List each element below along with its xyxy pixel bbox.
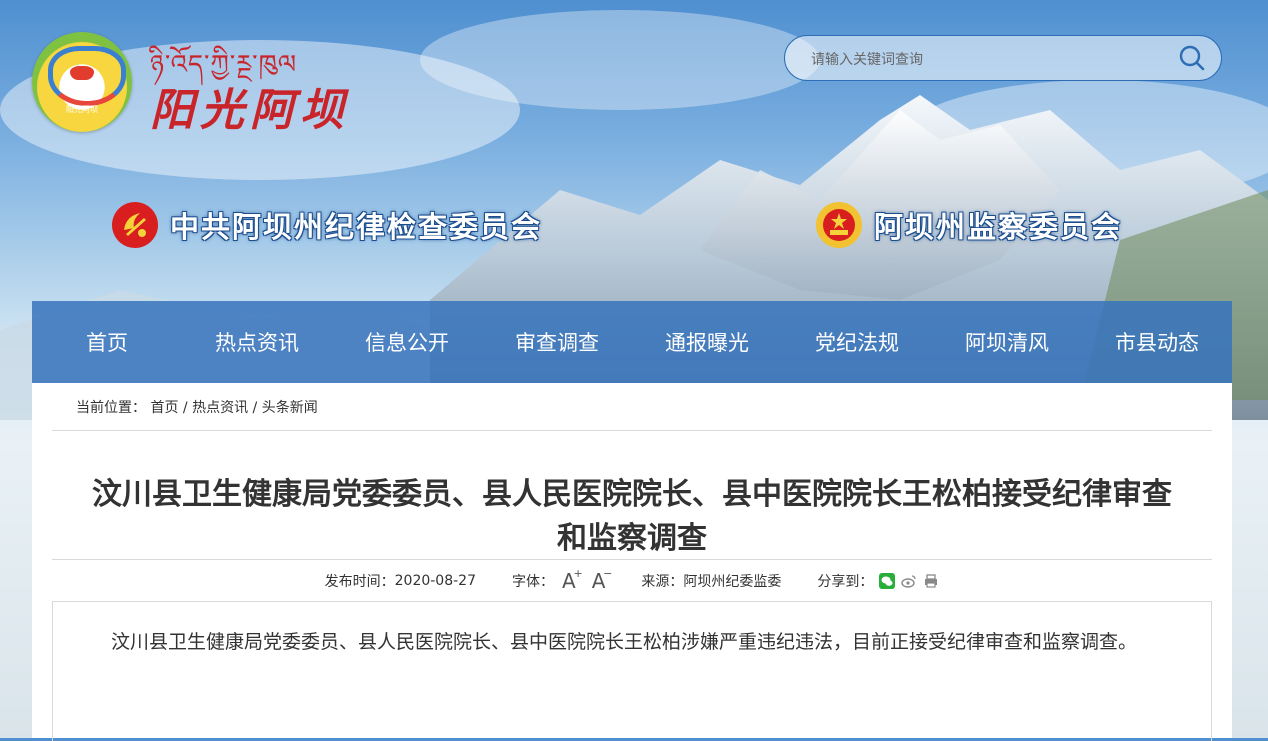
national-emblem-icon bbox=[816, 202, 862, 248]
weibo-share-icon[interactable] bbox=[901, 573, 917, 589]
share-label: 分享到： bbox=[817, 574, 874, 590]
breadcrumb-headlines[interactable]: 头条新闻 bbox=[262, 400, 318, 416]
nav-item-county-news[interactable]: 市县动态 bbox=[1082, 301, 1232, 383]
logo-caption: 阳光阿坝 bbox=[66, 105, 98, 114]
print-icon[interactable] bbox=[923, 573, 939, 589]
main-nav: 首页 热点资讯 信息公开 审查调查 通报曝光 党纪法规 阿坝清风 市县动态 bbox=[32, 301, 1232, 383]
breadcrumb-home[interactable]: 首页 bbox=[150, 400, 178, 416]
lotus-icon bbox=[70, 66, 94, 80]
breadcrumb: 当前位置： 首页 / 热点资讯 / 头条新闻 bbox=[76, 397, 318, 417]
brand-title: 阳光阿坝 bbox=[150, 85, 350, 136]
article-title: 汶川县卫生健康局党委委员、县人民医院院长、县中医院院长王松柏接受纪律审查和监察调… bbox=[92, 477, 1172, 557]
published-date: 2020-08-27 bbox=[394, 573, 476, 589]
breadcrumb-separator: / bbox=[182, 400, 188, 416]
content-panel: 当前位置： 首页 / 热点资讯 / 头条新闻 汶川县卫生健康局党委委员、县人民医… bbox=[32, 383, 1232, 741]
published-label: 发布时间： bbox=[324, 574, 395, 590]
org-supervision: 阿坝州监察委员会 bbox=[814, 200, 1122, 250]
org-name-supervision: 阿坝州监察委员会 bbox=[874, 210, 1123, 244]
font-decrease-button[interactable]: A − bbox=[592, 567, 613, 593]
nav-item-regulations[interactable]: 党纪法规 bbox=[782, 301, 932, 383]
org-cpc-discipline: 中共阿坝州纪律检查委员会 bbox=[110, 200, 542, 250]
font-size-label: 字体： bbox=[512, 574, 554, 590]
nav-item-home[interactable]: 首页 bbox=[32, 301, 182, 383]
divider bbox=[52, 559, 1212, 560]
nav-item-info-disclosure[interactable]: 信息公开 bbox=[332, 301, 482, 383]
party-emblem-icon bbox=[112, 202, 158, 248]
article-body: 汶川县卫生健康局党委委员、县人民医院院长、县中医院院长王松柏涉嫌严重违纪违法，目… bbox=[52, 601, 1212, 741]
nav-item-investigation[interactable]: 审查调查 bbox=[482, 301, 632, 383]
breadcrumb-prefix: 当前位置： bbox=[76, 400, 146, 416]
search-input[interactable] bbox=[809, 46, 1153, 72]
nav-item-exposure[interactable]: 通报曝光 bbox=[632, 301, 782, 383]
nav-item-hot-news[interactable]: 热点资讯 bbox=[182, 301, 332, 383]
source-label: 来源： bbox=[641, 574, 684, 590]
breadcrumb-hot-news[interactable]: 热点资讯 bbox=[192, 400, 248, 416]
site-logo[interactable]: 阳光阿坝 bbox=[32, 32, 132, 132]
source-value: 阿坝州纪委监委 bbox=[683, 574, 782, 590]
font-increase-button[interactable]: A + bbox=[562, 567, 583, 593]
article-paragraph: 汶川县卫生健康局党委委员、县人民医院院长、县中医院院长王松柏涉嫌严重违纪违法，目… bbox=[111, 631, 1138, 653]
divider bbox=[52, 430, 1212, 431]
wechat-share-icon[interactable] bbox=[879, 573, 896, 589]
nav-item-aba-qingfeng[interactable]: 阿坝清风 bbox=[932, 301, 1082, 383]
search-icon[interactable] bbox=[1177, 43, 1207, 73]
org-name-discipline: 中共阿坝州纪律检查委员会 bbox=[170, 210, 543, 244]
search-box bbox=[784, 35, 1222, 81]
article-meta: 发布时间： 2020-08-27 字体： A + A − 来源： 阿坝州纪委监委 分… bbox=[32, 567, 1232, 593]
breadcrumb-separator: / bbox=[252, 400, 258, 416]
